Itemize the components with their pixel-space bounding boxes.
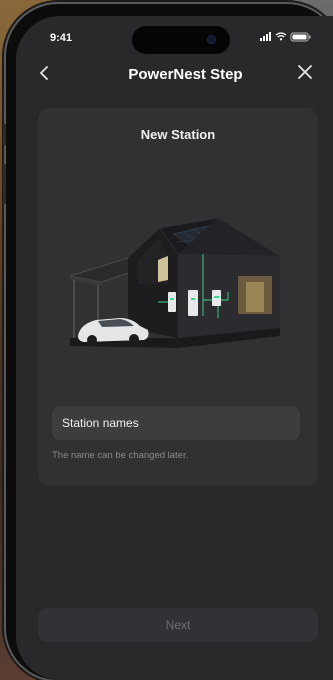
station-name-input[interactable] <box>52 406 300 440</box>
status-time: 9:41 <box>50 32 73 44</box>
phone-side-button <box>3 124 6 146</box>
wifi-icon <box>275 32 287 38</box>
app-screen: 9:41 PowerNest Step New Station Station … <box>16 16 333 680</box>
signal-icon <box>260 32 271 41</box>
house-illustration <box>69 218 282 348</box>
close-icon[interactable] <box>297 64 313 85</box>
card-title: New Station <box>140 127 216 142</box>
status-icons <box>260 32 311 42</box>
phone-frame: 9:41 PowerNest Step New Station Station … <box>3 4 333 680</box>
phone-side-button <box>3 164 6 204</box>
next-button[interactable]: Next <box>38 608 318 642</box>
dynamic-island <box>132 26 230 54</box>
page-title: PowerNest Step <box>128 66 243 83</box>
name-hint: The name can be changed later. <box>52 450 189 461</box>
battery-icon <box>290 32 311 42</box>
camera-icon <box>207 35 216 44</box>
station-card: New Station Station names The name can b… <box>38 108 318 486</box>
